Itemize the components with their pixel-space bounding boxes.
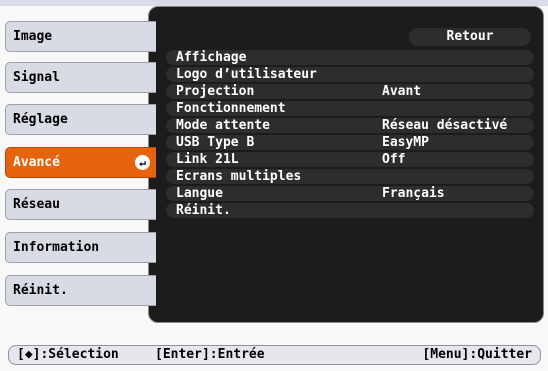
tab-label: Réinit.	[13, 283, 68, 298]
row-label: Projection	[176, 84, 255, 99]
row-label: Réinit.	[176, 203, 231, 218]
help-enter: [Enter]:Entrée	[155, 347, 265, 362]
tab-reglage[interactable]: Réglage	[5, 104, 156, 135]
menu-row-link-21l[interactable]: Link 21L Off	[166, 152, 534, 167]
menu-row-reinit[interactable]: Réinit.	[166, 203, 534, 218]
tab-label: Réglage	[13, 112, 68, 127]
row-value: Off	[382, 152, 406, 167]
tab-label: Image	[13, 29, 53, 44]
row-value: Français	[382, 186, 445, 201]
row-value: Avant	[382, 84, 422, 99]
menu-row-langue[interactable]: Langue Français	[166, 186, 534, 201]
menu-row-usb-type-b[interactable]: USB Type B EasyMP	[166, 135, 534, 150]
projector-menu-screen: Image Signal Réglage Avancé ↵ Réseau Inf…	[0, 0, 548, 371]
row-label: Fonctionnement	[176, 101, 286, 116]
tab-signal[interactable]: Signal	[5, 62, 156, 93]
help-quit: [Menu]:Quitter	[422, 347, 532, 362]
row-label: Link 21L	[176, 152, 239, 167]
row-label: Mode attente	[176, 118, 270, 133]
tab-reseau[interactable]: Réseau	[5, 189, 156, 220]
enter-icon: ↵	[135, 155, 150, 170]
row-label: Langue	[176, 186, 223, 201]
menu-row-ecrans-multiples[interactable]: Ecrans multiples	[166, 169, 534, 184]
tab-avance[interactable]: Avancé ↵	[5, 147, 156, 178]
row-value: EasyMP	[382, 135, 429, 150]
row-label: Ecrans multiples	[176, 169, 302, 184]
tab-reinit[interactable]: Réinit.	[5, 275, 156, 306]
tab-label: Information	[13, 240, 100, 255]
tab-information[interactable]: Information	[5, 232, 156, 263]
row-label: USB Type B	[176, 135, 255, 150]
tab-image[interactable]: Image	[5, 21, 156, 52]
tab-label: Réseau	[13, 197, 60, 212]
menu-row-affichage[interactable]: Affichage	[166, 50, 534, 65]
help-bar: [◆]:Sélection [Enter]:Entrée [Menu]:Quit…	[8, 345, 541, 365]
row-value: Réseau désactivé	[382, 118, 508, 133]
menu-row-projection[interactable]: Projection Avant	[166, 84, 534, 99]
menu-row-mode-attente[interactable]: Mode attente Réseau désactivé	[166, 118, 534, 133]
help-select: [◆]:Sélection	[17, 347, 119, 362]
back-button[interactable]: Retour	[409, 28, 531, 46]
tab-label: Avancé	[13, 155, 60, 170]
row-label: Logo d’utilisateur	[176, 67, 317, 82]
menu-row-logo[interactable]: Logo d’utilisateur	[166, 67, 534, 82]
menu-row-fonctionnement[interactable]: Fonctionnement	[166, 101, 534, 116]
row-label: Affichage	[176, 50, 247, 65]
tab-label: Signal	[13, 70, 60, 85]
